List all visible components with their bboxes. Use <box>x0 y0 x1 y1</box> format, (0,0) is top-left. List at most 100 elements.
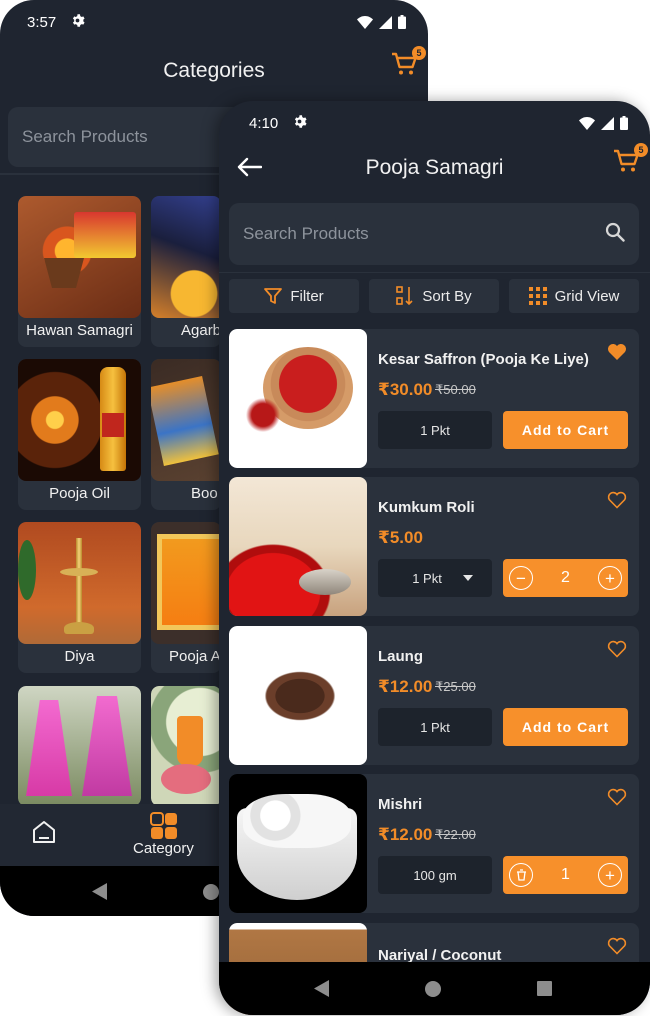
status-icons <box>579 116 628 130</box>
search-placeholder: Search Products <box>243 224 369 243</box>
favorite-heart-outline-icon[interactable] <box>607 491 627 509</box>
category-label: Diya <box>64 648 95 665</box>
system-navigation-bar <box>219 962 650 1015</box>
category-label: Pooja Oil <box>49 485 110 502</box>
product-name: Laung <box>378 648 423 665</box>
cart-count: 2 <box>561 569 570 586</box>
category-tile[interactable]: Diya <box>18 522 141 673</box>
battery-icon <box>398 15 406 29</box>
thali-image <box>151 686 221 806</box>
status-time: 3:57 <box>27 13 57 31</box>
poshak-image <box>18 686 141 806</box>
grid-view-icon <box>528 287 547 305</box>
plus-icon[interactable]: + <box>598 863 622 887</box>
settings-gear-icon <box>70 13 85 32</box>
search-input[interactable]: Search Products <box>229 203 639 265</box>
category-tile[interactable] <box>18 686 141 806</box>
favorite-heart-outline-icon[interactable] <box>607 640 627 658</box>
add-to-cart-button[interactable]: Add to Cart <box>503 708 628 746</box>
product-card[interactable]: Kumkum Roli ₹5.00 1 Pkt − 2 + <box>229 477 639 616</box>
product-mrp: ₹50.00 <box>435 382 476 397</box>
hawan-samagri-image <box>18 196 141 318</box>
wifi-icon <box>357 15 373 29</box>
product-price: ₹5.00 <box>378 528 423 547</box>
cart-badge: 5 <box>412 46 426 60</box>
laung-image <box>229 626 367 765</box>
quantity-label: 1 Pkt <box>420 719 450 735</box>
category-tile[interactable]: Hawan Samagri <box>18 196 141 347</box>
agarbatti-image <box>151 196 221 318</box>
favorite-heart-outline-icon[interactable] <box>607 788 627 806</box>
cart-button[interactable]: 5 <box>390 46 426 82</box>
signal-icon <box>379 15 392 29</box>
minus-icon[interactable]: − <box>509 566 533 590</box>
diya-image <box>18 522 141 644</box>
quantity-selector[interactable]: 1 Pkt <box>378 411 492 449</box>
pooja-aasan-image <box>151 522 221 644</box>
books-image <box>151 359 221 481</box>
grid-view-button[interactable]: Grid View <box>509 279 639 313</box>
favorite-heart-filled-icon[interactable] <box>607 343 627 361</box>
quantity-selector[interactable]: 100 gm <box>378 856 492 894</box>
saffron-image <box>229 329 367 468</box>
category-label: Hawan Samagri <box>26 322 133 339</box>
filter-label: Filter <box>290 287 324 305</box>
pooja-samagri-screen: 4:10 Pooja Samagri 5 Search Products Fil… <box>219 101 650 1015</box>
page-title: Categories <box>163 59 265 82</box>
pooja-oil-image <box>18 359 141 481</box>
favorite-heart-outline-icon[interactable] <box>607 937 627 955</box>
recents-square-icon <box>537 981 552 996</box>
status-bar: 4:10 <box>219 101 650 145</box>
mishri-image <box>229 774 367 913</box>
category-label: Agarb <box>181 322 221 339</box>
product-name: Kumkum Roli <box>378 499 475 516</box>
product-card[interactable]: Kesar Saffron (Pooja Ke Liye) ₹30.00 ₹50… <box>229 329 639 468</box>
filter-funnel-icon <box>264 288 283 304</box>
product-price: ₹12.00 <box>378 677 433 696</box>
divider <box>219 272 650 273</box>
product-price: ₹30.00 <box>378 380 433 399</box>
sort-arrows-icon <box>396 286 413 306</box>
filter-button[interactable]: Filter <box>229 279 359 313</box>
page-title: Pooja Samagri <box>365 156 504 179</box>
quantity-label: 100 gm <box>413 867 457 883</box>
quantity-selector[interactable]: 1 Pkt <box>378 708 492 746</box>
back-triangle-icon <box>92 883 107 900</box>
quantity-dropdown[interactable]: 1 Pkt <box>378 559 492 597</box>
product-card[interactable]: Mishri ₹12.00 ₹22.00 100 gm 1 + <box>229 774 639 913</box>
quantity-label: 1 Pkt <box>420 422 450 438</box>
plus-icon[interactable]: + <box>598 566 622 590</box>
quantity-label: 1 Pkt <box>412 570 442 586</box>
trash-icon[interactable] <box>509 863 533 887</box>
cart-count: 1 <box>561 866 570 883</box>
kumkum-image <box>229 477 367 616</box>
nav-category-label[interactable]: Category <box>133 840 194 857</box>
product-price: ₹12.00 <box>378 825 433 844</box>
sort-label: Sort By <box>422 287 472 305</box>
quantity-stepper[interactable]: 1 + <box>503 856 628 894</box>
quantity-stepper[interactable]: − 2 + <box>503 559 628 597</box>
cart-badge: 5 <box>634 143 648 157</box>
category-tile[interactable]: Pooja A <box>151 522 221 673</box>
product-name: Kesar Saffron (Pooja Ke Liye) <box>378 351 589 368</box>
battery-icon <box>620 116 628 130</box>
sort-button[interactable]: Sort By <box>369 279 499 313</box>
home-icon[interactable] <box>30 818 58 851</box>
product-mrp: ₹25.00 <box>435 679 476 694</box>
wifi-icon <box>579 116 595 130</box>
search-placeholder: Search Products <box>22 127 148 146</box>
category-tile[interactable] <box>151 686 221 806</box>
product-card[interactable]: Laung ₹12.00 ₹25.00 1 Pkt Add to Cart <box>229 626 639 765</box>
add-to-cart-button[interactable]: Add to Cart <box>503 411 628 449</box>
status-icons <box>357 15 406 29</box>
settings-gear-icon <box>292 114 307 133</box>
category-tile[interactable]: Pooja Oil <box>18 359 141 510</box>
category-tile[interactable]: Boo <box>151 359 221 510</box>
status-bar: 3:57 <box>0 0 428 44</box>
dropdown-caret-icon <box>462 575 473 581</box>
category-tile[interactable]: Agarb <box>151 196 221 347</box>
home-circle-icon <box>203 884 219 900</box>
product-mrp: ₹22.00 <box>435 827 476 842</box>
search-icon[interactable] <box>605 222 625 247</box>
cart-button[interactable]: 5 <box>612 143 648 179</box>
